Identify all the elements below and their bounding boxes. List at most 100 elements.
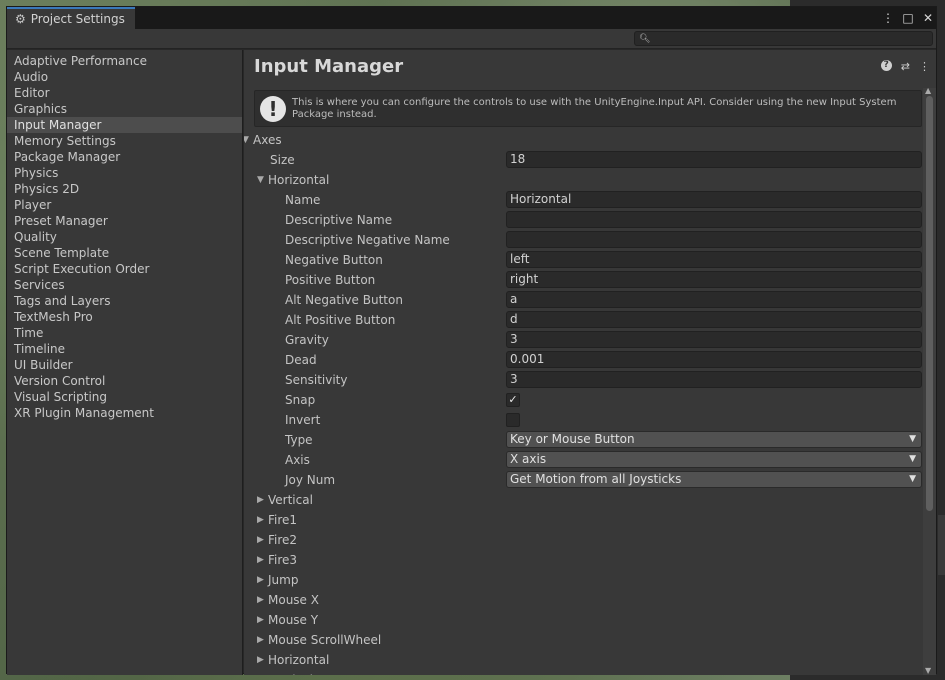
axis-foldout-fire1-1-row[interactable]: ▶ Fire1 — [244, 510, 924, 530]
axes-foldout-row[interactable]: ▼ Axes — [244, 130, 924, 150]
info-text: This is where you can configure the cont… — [292, 96, 897, 120]
size-field[interactable]: 18 — [506, 151, 922, 168]
positive-button-field[interactable]: right — [506, 271, 922, 288]
axis-foldout-horizontal-8-label-wrap: ▶ Horizontal — [257, 653, 329, 667]
sidebar-item-tags-and-layers[interactable]: Tags and Layers — [7, 293, 242, 309]
axis-foldout-vertical-0-label: Vertical — [268, 493, 313, 507]
caret-right-icon[interactable]: ▶ — [257, 535, 268, 545]
help-icon[interactable]: ? — [880, 60, 892, 71]
horizontal-foldout-row[interactable]: ▼ Horizontal — [244, 170, 924, 190]
caret-right-icon[interactable]: ▶ — [257, 575, 268, 585]
search-input[interactable] — [654, 32, 925, 45]
sidebar-item-audio[interactable]: Audio — [7, 69, 242, 85]
negative-button-label: Negative Button — [285, 253, 383, 267]
sidebar-item-adaptive-performance[interactable]: Adaptive Performance — [7, 53, 242, 69]
axis-foldout-vertical-0-label-wrap: ▶ Vertical — [257, 493, 313, 507]
descriptive-name-label: Descriptive Name — [285, 213, 393, 227]
gravity-field[interactable]: 3 — [506, 331, 922, 348]
sidebar-item-time[interactable]: Time — [7, 325, 242, 341]
sidebar-item-package-manager[interactable]: Package Manager — [7, 149, 242, 165]
sidebar-item-physics[interactable]: Physics — [7, 165, 242, 181]
axis-foldout-fire3-3-label: Fire3 — [268, 553, 298, 567]
more-icon[interactable]: ⋮ — [919, 60, 930, 73]
caret-right-icon[interactable]: ▶ — [257, 515, 268, 525]
descriptive-negative-name-row: Descriptive Negative Name — [244, 230, 924, 250]
axis-foldout-horizontal-8-label: Horizontal — [268, 653, 330, 667]
axis-foldout-fire2-2-row[interactable]: ▶ Fire2 — [244, 530, 924, 550]
axis-foldout-mouse-scrollwheel-7-label: Mouse ScrollWheel — [268, 633, 382, 647]
snap-label: Snap — [285, 393, 316, 407]
sensitivity-label-wrap: Sensitivity — [285, 373, 347, 387]
snap-checkbox[interactable]: ✓ — [506, 393, 520, 407]
sidebar-item-visual-scripting[interactable]: Visual Scripting — [7, 389, 242, 405]
sidebar-item-xr-plugin-management[interactable]: XR Plugin Management — [7, 405, 242, 421]
sidebar-item-preset-manager[interactable]: Preset Manager — [7, 213, 242, 229]
axis-foldout-fire3-3-row[interactable]: ▶ Fire3 — [244, 550, 924, 570]
negative-button-field[interactable]: left — [506, 251, 922, 268]
axis-foldout-mouse-y-6-row[interactable]: ▶ Mouse Y — [244, 610, 924, 630]
axis-foldout-jump-4-label: Jump — [268, 573, 299, 587]
window-tab[interactable]: ⚙ Project Settings — [7, 7, 135, 29]
sidebar-item-editor[interactable]: Editor — [7, 85, 242, 101]
descriptive-name-field[interactable] — [506, 211, 922, 228]
search-field[interactable]: 🔍︎ — [634, 31, 933, 46]
sidebar-item-input-manager[interactable]: Input Manager — [7, 117, 242, 133]
caret-right-icon[interactable]: ▶ — [257, 595, 268, 605]
alt-positive-button-field[interactable]: d — [506, 311, 922, 328]
caret-right-icon[interactable]: ▶ — [257, 495, 268, 505]
axis-label-wrap: Axis — [285, 453, 310, 467]
maximize-icon[interactable]: □ — [902, 11, 914, 25]
dead-row: Dead 0.001 — [244, 350, 924, 370]
axis-foldout-mouse-x-5-row[interactable]: ▶ Mouse X — [244, 590, 924, 610]
sidebar-item-memory-settings[interactable]: Memory Settings — [7, 133, 242, 149]
sidebar-item-textmesh-pro[interactable]: TextMesh Pro — [7, 309, 242, 325]
sidebar-item-timeline[interactable]: Timeline — [7, 341, 242, 357]
sidebar-item-version-control[interactable]: Version Control — [7, 373, 242, 389]
invert-checkbox[interactable] — [506, 413, 520, 427]
axis-foldout-vertical-9-label: Vertical — [268, 673, 313, 675]
dead-field[interactable]: 0.001 — [506, 351, 922, 368]
type-dropdown[interactable]: Key or Mouse Button ▼ — [506, 431, 922, 448]
axis-foldout-horizontal-8-row[interactable]: ▶ Horizontal — [244, 650, 924, 670]
scroll-up-icon[interactable]: ▲ — [925, 86, 931, 95]
descriptive-negative-name-label: Descriptive Negative Name — [285, 233, 450, 247]
close-icon[interactable]: ✕ — [922, 11, 934, 25]
sensitivity-field[interactable]: 3 — [506, 371, 922, 388]
snap-label-wrap: Snap — [285, 393, 315, 407]
presets-icon[interactable]: ⇄ — [901, 60, 910, 73]
axis-foldout-jump-4-row[interactable]: ▶ Jump — [244, 570, 924, 590]
negative-button-row: Negative Button left — [244, 250, 924, 270]
sidebar-item-player[interactable]: Player — [7, 197, 242, 213]
name-field[interactable]: Horizontal — [506, 191, 922, 208]
axis-foldout-vertical-0-row[interactable]: ▶ Vertical — [244, 490, 924, 510]
caret-down-icon[interactable]: ▼ — [257, 175, 268, 185]
scrollbar[interactable]: ▲ ▼ — [923, 86, 936, 675]
alt-negative-button-field[interactable]: a — [506, 291, 922, 308]
caret-right-icon[interactable]: ▶ — [257, 615, 268, 625]
invert-label: Invert — [285, 413, 321, 427]
sidebar-item-scene-template[interactable]: Scene Template — [7, 245, 242, 261]
caret-right-icon[interactable]: ▶ — [257, 555, 268, 565]
axis-foldout-mouse-scrollwheel-7-row[interactable]: ▶ Mouse ScrollWheel — [244, 630, 924, 650]
size-row: Size 18 — [244, 150, 924, 170]
joy-num-dropdown[interactable]: Get Motion from all Joysticks ▼ — [506, 471, 922, 488]
sidebar-item-ui-builder[interactable]: UI Builder — [7, 357, 242, 373]
descriptive-name-label-wrap: Descriptive Name — [285, 213, 392, 227]
alt-negative-button-label-wrap: Alt Negative Button — [285, 293, 403, 307]
sidebar-item-physics-2d[interactable]: Physics 2D — [7, 181, 242, 197]
axis-dropdown[interactable]: X axis ▼ — [506, 451, 922, 468]
gravity-row: Gravity 3 — [244, 330, 924, 350]
axis-foldout-vertical-9-row[interactable]: ▶Vertical — [244, 670, 924, 675]
gravity-label: Gravity — [285, 333, 329, 347]
sidebar-item-script-execution-order[interactable]: Script Execution Order — [7, 261, 242, 277]
caret-right-icon[interactable]: ▶ — [257, 655, 268, 665]
sidebar-item-graphics[interactable]: Graphics — [7, 101, 242, 117]
descriptive-negative-name-field[interactable] — [506, 231, 922, 248]
more-options-icon[interactable]: ⋮ — [882, 11, 894, 25]
caret-down-icon[interactable]: ▼ — [244, 135, 253, 145]
scroll-down-icon[interactable]: ▼ — [925, 666, 931, 675]
caret-right-icon[interactable]: ▶ — [257, 635, 268, 645]
scroll-thumb[interactable] — [926, 96, 933, 511]
sidebar-item-quality[interactable]: Quality — [7, 229, 242, 245]
sidebar-item-services[interactable]: Services — [7, 277, 242, 293]
